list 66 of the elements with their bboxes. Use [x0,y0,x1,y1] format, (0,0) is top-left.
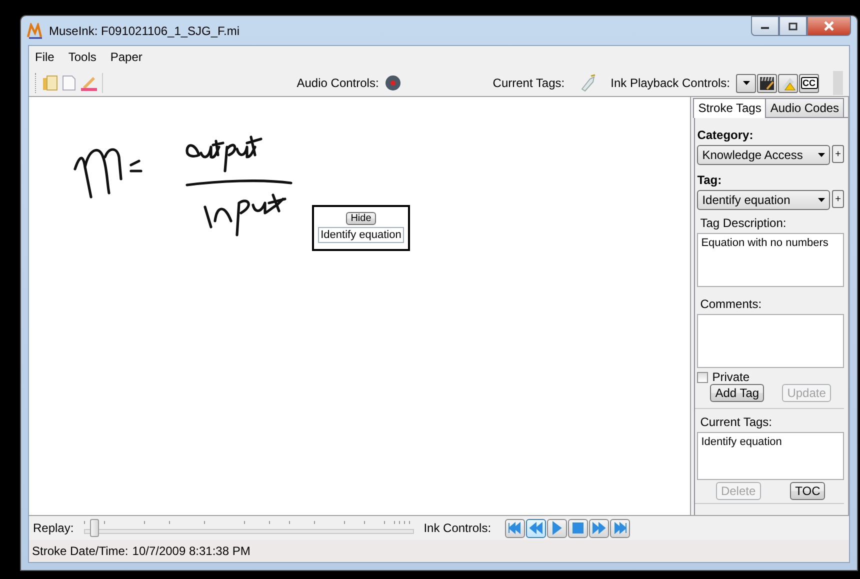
window-title: MuseInk: F091021106_1_SJG_F.mi [49,24,240,38]
stroke-date-value: 10/7/2009 8:31:38 PM [132,544,250,558]
new-page-icon[interactable] [62,75,76,91]
caret-icon [818,198,825,202]
tab[interactable]: Audio Codes [765,98,844,117]
maximize-icon [788,22,798,30]
audio-controls-label: Audio Controls: [296,76,379,90]
rewind-icon [529,521,544,535]
category-label: Category: [697,128,754,142]
clapperboard-button[interactable] [757,74,777,92]
close-button[interactable] [807,16,851,36]
record-icon[interactable] [384,75,401,91]
pencil-icon[interactable] [80,75,98,91]
caret-icon [742,81,750,85]
fast-forward-button[interactable] [589,518,610,538]
dropdown-button[interactable] [736,74,756,92]
replay-slider[interactable] [84,521,414,535]
current-tags-label: Current Tags: [492,76,565,90]
skip-to-end-icon [613,521,628,535]
menu-item[interactable]: File [35,50,54,66]
open-folder-icon[interactable] [42,75,58,91]
action-button[interactable]: Add Tag [710,384,764,402]
skip-to-start-button[interactable] [505,518,526,538]
stop-icon [571,521,586,535]
play-button[interactable] [547,518,568,538]
skip-to-start-icon [508,521,522,535]
menu-item[interactable]: Paper [110,50,142,66]
category-dropdown[interactable]: Knowledge Access [697,145,830,165]
replay-label: Replay: [33,521,74,535]
add-category-button[interactable]: + [832,145,844,163]
stroke-date-label: Stroke Date/Time: [32,544,128,558]
tag-label: Identify equation [318,227,404,243]
close-icon [823,21,835,31]
stop-button[interactable] [568,518,588,538]
minimize-button[interactable] [751,16,779,36]
maximize-button[interactable] [779,16,807,36]
clapperboard-icon [759,76,775,90]
comments-field[interactable] [697,314,844,368]
caret-icon [818,153,825,157]
skip-to-end-button[interactable] [610,518,630,538]
captions-button[interactable]: CC [799,74,819,92]
warning-icon [780,76,796,90]
slider-thumb[interactable] [90,519,99,537]
hide-button[interactable]: Hide [346,212,376,225]
ink-playback-controls-label: Ink Playback Controls: [610,76,730,90]
rewind-button[interactable] [526,518,546,538]
tag-list-item[interactable]: Identify equation [701,436,840,448]
toolbar-grip[interactable] [833,71,843,95]
add-tag-type-button[interactable]: + [832,190,844,208]
warning-button[interactable] [778,74,798,92]
current-tags-label: Current Tags: [700,415,773,429]
play-icon [550,521,564,535]
menu-item[interactable]: Tools [68,50,96,66]
fast-forward-icon [592,521,606,535]
private-label: Private [712,370,750,384]
description-field[interactable]: Equation with no numbers [697,233,844,287]
app-logo-icon [27,22,43,38]
tag-description-label: Tag Description: [700,216,788,230]
tag-dropdown[interactable]: Identify equation [697,190,830,210]
tag-icon[interactable] [578,74,597,92]
action-button[interactable]: TOC [790,482,826,500]
comments-label: Comments: [700,297,763,311]
tab[interactable]: Stroke Tags [693,98,766,118]
ink-controls-label: Ink Controls: [424,521,492,535]
tag-label: Tag: [697,173,723,187]
private-checkbox[interactable] [697,372,708,382]
